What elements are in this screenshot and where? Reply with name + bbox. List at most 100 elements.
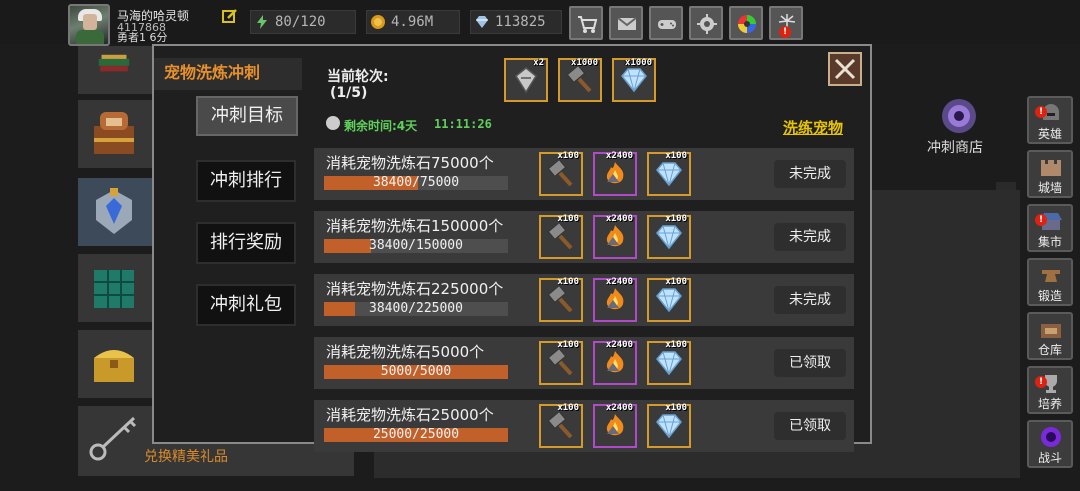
task-status-button[interactable]: 未完成	[774, 286, 846, 314]
sprint-shop-portal-icon[interactable]	[932, 96, 984, 140]
list-item-selected[interactable]	[78, 178, 156, 246]
hero-alert-badge: !	[1035, 106, 1047, 118]
list-item[interactable]	[78, 254, 156, 322]
round-reward-slot[interactable]: x1000	[612, 58, 656, 102]
hammer-icon	[566, 66, 592, 93]
task-reward-slot[interactable]: x100	[539, 277, 583, 322]
edit-icon[interactable]	[222, 8, 238, 24]
gamepad-icon	[658, 20, 676, 29]
jade-block-icon	[94, 270, 134, 308]
gamepad-button[interactable]	[649, 6, 683, 40]
task-row: 消耗宠物洗炼石5000个 5000/5000 x100 x2400 x100 已领取	[314, 337, 854, 389]
tab-sprint-ranking[interactable]: 冲刺排行	[196, 160, 296, 202]
task-progress-text: 38400/225000	[369, 301, 463, 316]
dialog-title: 宠物洗炼冲刺	[154, 58, 302, 90]
task-reward-slot[interactable]: x100	[647, 340, 691, 385]
nav-city-wall-label: 城墙	[1037, 181, 1062, 195]
nav-forge[interactable]: 锻造	[1027, 258, 1073, 306]
task-reward-slot[interactable]: x2400	[593, 403, 637, 448]
close-button[interactable]	[828, 52, 862, 86]
task-status-button[interactable]: 未完成	[774, 160, 846, 188]
task-reward-slot[interactable]: x100	[539, 340, 583, 385]
color-wheel-icon	[738, 15, 756, 33]
nav-battle[interactable]: 战斗	[1027, 420, 1073, 468]
city-wall-icon	[1041, 160, 1061, 176]
task-progress-bar: 38400/75000	[324, 176, 508, 190]
task-reward-slot[interactable]: x2400	[593, 214, 637, 259]
task-reward-slot[interactable]: x100	[647, 277, 691, 322]
player-avatar[interactable]	[68, 4, 110, 46]
battle-portal-icon	[1041, 427, 1061, 447]
task-reward-slot[interactable]: x100	[647, 151, 691, 196]
nav-market[interactable]: ! 集市	[1027, 204, 1073, 252]
list-item[interactable]	[78, 100, 156, 168]
task-reward-slot[interactable]: x100	[539, 403, 583, 448]
clock-icon	[326, 116, 340, 130]
shop-button[interactable]	[569, 6, 603, 40]
market-alert-badge: !	[1035, 214, 1047, 226]
task-reward-slot[interactable]: x2400	[593, 151, 637, 196]
background-divider	[996, 182, 1016, 190]
task-reward-slot[interactable]: x2400	[593, 340, 637, 385]
task-reward-slot[interactable]: x100	[647, 403, 691, 448]
diamond-icon	[656, 414, 682, 439]
fire-stone-icon	[606, 351, 624, 373]
task-reward-slot[interactable]: x2400	[593, 277, 637, 322]
task-description: 消耗宠物洗炼石5000个	[326, 343, 485, 361]
hammer-icon	[547, 286, 573, 313]
task-row: 消耗宠物洗炼石25000个 25000/25000 x100 x2400 x100 已领取	[314, 400, 854, 452]
task-row: 消耗宠物洗炼石150000个 38400/150000 x100 x2400 x100 未…	[314, 211, 854, 263]
task-reward-slot[interactable]: x100	[647, 214, 691, 259]
tab-sprint-goals[interactable]: 冲刺目标	[196, 96, 298, 136]
task-progress-bar: 25000/25000	[324, 428, 508, 442]
silver-scroll-icon	[515, 67, 537, 94]
diamond-icon	[656, 288, 682, 313]
hammer-icon	[547, 223, 573, 250]
book-stack-icon	[98, 54, 130, 72]
list-item[interactable]	[78, 46, 156, 94]
nav-hero[interactable]: ! 英雄	[1027, 96, 1073, 144]
energy-value: 80/120	[275, 14, 326, 30]
color-wheel-button[interactable]	[729, 6, 763, 40]
mail-button[interactable]	[609, 6, 643, 40]
task-reward-slot[interactable]: x100	[539, 214, 583, 259]
round-reward-slot[interactable]: x1000	[558, 58, 602, 102]
fire-stone-icon	[606, 414, 624, 436]
nav-hero-label: 英雄	[1037, 127, 1062, 141]
nav-city-wall[interactable]: 城墙	[1027, 150, 1073, 198]
fireworks-alert-badge: !	[779, 26, 791, 38]
time-remaining-label: 剩余时间:4天	[344, 119, 418, 133]
gold-value: 4.96M	[391, 14, 434, 30]
task-description: 消耗宠物洗炼石25000个	[326, 406, 494, 424]
task-reward-slot[interactable]: x100	[539, 151, 583, 196]
tab-ranking-rewards[interactable]: 排行奖励	[196, 222, 296, 264]
task-status-button[interactable]: 未完成	[774, 223, 846, 251]
hammer-icon	[547, 160, 573, 187]
nav-cultivate-label: 培养	[1037, 397, 1062, 411]
nav-cultivate[interactable]: ! 培养	[1027, 366, 1073, 414]
task-progress-text: 38400/75000	[372, 175, 460, 190]
sprint-shop-label[interactable]: 冲刺商店	[927, 137, 983, 157]
warehouse-icon	[1041, 324, 1061, 338]
diamond-icon	[656, 162, 682, 187]
nav-battle-label: 战斗	[1037, 451, 1062, 465]
redeem-gifts-label: 兑换精美礼品	[144, 449, 228, 465]
diamond-icon	[656, 225, 682, 250]
tab-sprint-gift-pack[interactable]: 冲刺礼包	[196, 284, 296, 326]
fireworks-button[interactable]: !	[769, 6, 803, 40]
list-item[interactable]	[78, 330, 156, 398]
mail-icon	[617, 17, 637, 30]
diamond-icon	[621, 68, 647, 93]
player-title: 勇者1 6分	[117, 31, 168, 44]
task-progress-bar: 5000/5000	[324, 365, 508, 379]
task-status-button[interactable]: 已领取	[774, 412, 846, 440]
task-progress-text: 5000/5000	[380, 364, 452, 379]
gem-value: 113825	[495, 14, 546, 30]
settings-button[interactable]	[689, 6, 723, 40]
task-status-button[interactable]: 已领取	[774, 349, 846, 377]
nav-warehouse[interactable]: 仓库	[1027, 312, 1073, 360]
task-progress-bar: 38400/150000	[324, 239, 508, 253]
round-reward-slot[interactable]: x2	[504, 58, 548, 102]
pet-refine-sprint-dialog: 宠物洗炼冲刺 冲刺目标 冲刺排行 排行奖励 冲刺礼包 当前轮次: (1/5) x…	[152, 44, 872, 452]
refine-pet-link[interactable]: 洗练宠物	[783, 117, 843, 138]
